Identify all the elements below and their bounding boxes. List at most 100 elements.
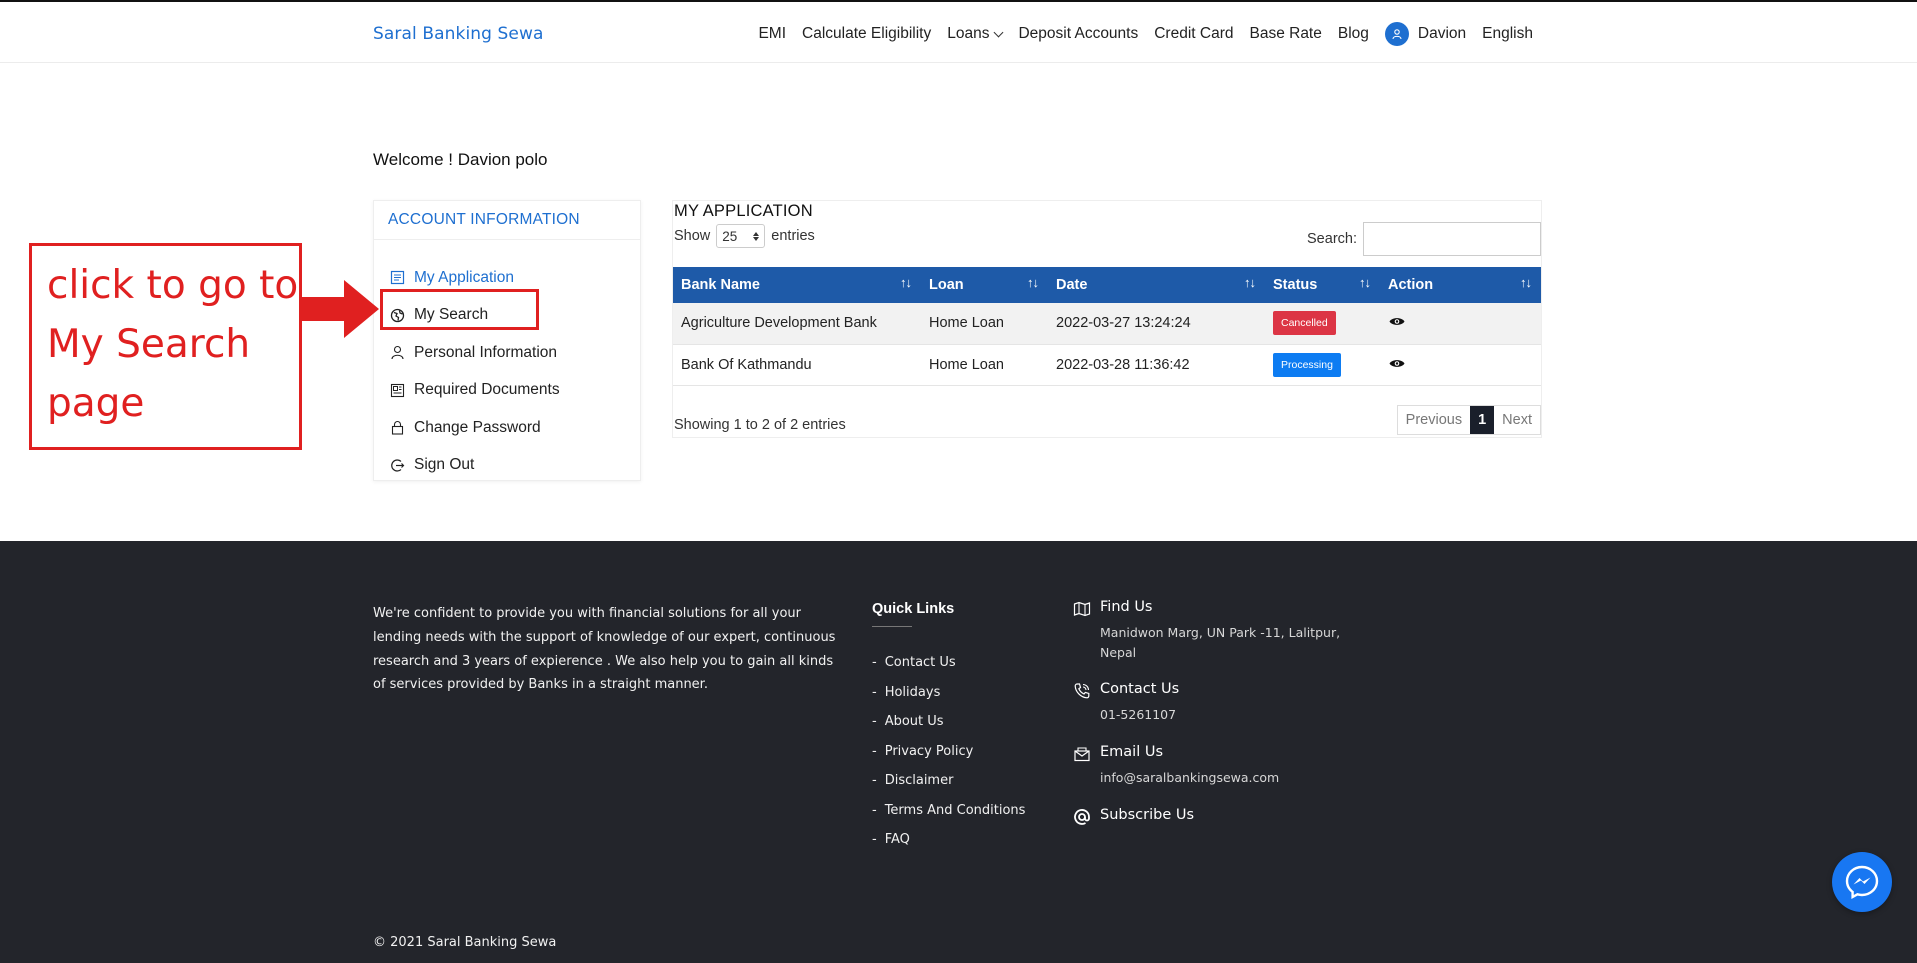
column-label: Loan [929, 277, 964, 293]
user-icon [390, 345, 405, 360]
footer-link-label: Terms And Conditions [884, 802, 1026, 818]
brand-logo[interactable]: Saral Banking Sewa [373, 24, 544, 44]
application-icon [390, 270, 405, 285]
cell-action [1380, 344, 1541, 386]
column-header-status[interactable]: Status ↑↓ [1265, 267, 1380, 303]
sidebar-item-change-password[interactable]: Change Password [390, 409, 560, 447]
nav-loans[interactable]: Loans [947, 25, 1004, 43]
nav-deposit-accounts[interactable]: Deposit Accounts [1018, 25, 1138, 43]
sidebar-item-label: Personal Information [414, 343, 558, 361]
email-us-block: Email Us info@saralbankingsewa.com [1073, 744, 1373, 807]
pagination: Previous 1 Next [1396, 405, 1541, 435]
column-header-action[interactable]: Action ↑↓ [1380, 267, 1541, 303]
annotation-line-2: My Search [47, 322, 251, 367]
main-nav: EMI Calculate Eligibility Loans Deposit … [742, 22, 1533, 46]
email-us-title: Email Us [1100, 744, 1164, 760]
phone-icon [1073, 682, 1091, 700]
column-header-bank-name[interactable]: Bank Name ↑↓ [673, 267, 921, 303]
sort-icon: ↑↓ [1244, 275, 1256, 290]
subscribe-block: Subscribe Us [1073, 807, 1373, 826]
welcome-message: Welcome ! Davion polo [373, 150, 548, 169]
column-header-date[interactable]: Date ↑↓ [1048, 267, 1265, 303]
contact-us-title: Contact Us [1100, 681, 1180, 697]
chevron-down-icon [994, 27, 1004, 37]
contact-us-phone[interactable]: 01-5261107 [1100, 705, 1373, 725]
view-eye-icon[interactable] [1389, 358, 1405, 369]
cell-bank-name: Bank Of Kathmandu [673, 344, 921, 386]
dash-glyph: - [872, 714, 877, 730]
footer-link-disclaimer[interactable]: - Disclaimer [872, 766, 1025, 796]
site-footer: We're confident to provide you with fina… [0, 541, 1917, 963]
footer-about-text: We're confident to provide you with fina… [373, 606, 836, 693]
column-label: Action [1388, 277, 1434, 293]
column-label: Bank Name [681, 277, 760, 293]
entries-select[interactable]: 25 [716, 224, 766, 248]
pagination-previous[interactable]: Previous [1398, 406, 1470, 434]
sort-icon: ↑↓ [900, 275, 912, 290]
nav-loans-label: Loans [947, 25, 990, 42]
messenger-chat-button[interactable] [1832, 852, 1892, 912]
cell-date: 2022-03-27 13:24:24 [1048, 303, 1265, 345]
document-icon [390, 383, 405, 398]
pagination-next[interactable]: Next [1494, 406, 1540, 434]
find-us-address: Manidwon Marg, UN Park -11, Lalitpur, Ne… [1100, 625, 1341, 660]
panel-title: MY APPLICATION [674, 202, 813, 220]
quick-links-list: - Contact Us - Holidays - About Us - Privacy… [872, 648, 1025, 855]
nav-language[interactable]: English [1482, 25, 1533, 43]
dash-glyph: - [872, 684, 877, 700]
subscribe-title[interactable]: Subscribe Us [1100, 807, 1373, 823]
cell-bank-name: Agriculture Development Bank [673, 303, 921, 345]
nav-user[interactable]: Davion [1384, 22, 1467, 46]
column-label: Status [1273, 277, 1318, 293]
footer-link-label: Holidays [884, 684, 941, 700]
sidebar-item-sign-out[interactable]: Sign Out [390, 447, 560, 485]
my-application-panel: MY APPLICATION Show 25 entries Search: B… [672, 200, 1542, 438]
map-icon [1073, 600, 1091, 618]
search-label: Search: [1307, 231, 1357, 247]
table-info: Showing 1 to 2 of 2 entries [674, 417, 846, 433]
dash-glyph: - [872, 773, 877, 789]
footer-link-label: Contact Us [884, 655, 956, 671]
footer-link-privacy-policy[interactable]: - Privacy Policy [872, 737, 1025, 767]
sidebar-item-personal-information[interactable]: Personal Information [390, 334, 560, 372]
footer-contact-info: Find Us Manidwon Marg, UN Park -11, Lali… [1073, 599, 1373, 826]
nav-base-rate[interactable]: Base Rate [1249, 25, 1321, 43]
footer-link-contact-us[interactable]: - Contact Us [872, 648, 1025, 678]
at-sign-icon [1073, 808, 1091, 826]
nav-calculate-eligibility[interactable]: Calculate Eligibility [802, 25, 931, 43]
footer-link-about-us[interactable]: - About Us [872, 707, 1025, 737]
footer-link-label: About Us [884, 714, 944, 730]
sidebar-item-required-documents[interactable]: Required Documents [390, 372, 560, 410]
annotation-line-3: page [47, 381, 145, 426]
column-header-loan[interactable]: Loan ↑↓ [921, 267, 1048, 303]
pagination-page-1[interactable]: 1 [1470, 406, 1495, 434]
site-header: Saral Banking Sewa EMI Calculate Eligibi… [0, 2, 1917, 63]
sidebar-item-label: Required Documents [414, 381, 560, 399]
footer-link-holidays[interactable]: - Holidays [872, 678, 1025, 708]
nav-blog[interactable]: Blog [1338, 25, 1369, 43]
table-search: Search: [1307, 222, 1541, 256]
footer-link-terms[interactable]: - Terms And Conditions [872, 796, 1025, 826]
cell-loan: Home Loan [921, 303, 1048, 345]
sign-out-icon [390, 458, 405, 473]
entries-label: entries [771, 228, 815, 244]
entries-value: 25 [722, 228, 738, 244]
application-table: Bank Name ↑↓ Loan ↑↓ Date ↑↓ Status ↑↓ Actio… [673, 267, 1541, 386]
nav-user-name: Davion [1417, 25, 1467, 42]
select-arrows-icon [753, 231, 760, 241]
status-badge: Processing [1273, 352, 1341, 377]
sidebar-item-label: My Application [414, 268, 514, 286]
sidebar-item-label: Change Password [414, 418, 541, 436]
find-us-title: Find Us [1100, 599, 1153, 615]
contact-us-block: Contact Us 01-5261107 [1073, 681, 1373, 744]
email-us-address[interactable]: info@saralbankingsewa.com [1100, 768, 1373, 788]
sort-icon: ↑↓ [1359, 275, 1371, 290]
nav-emi[interactable]: EMI [758, 25, 786, 43]
nav-credit-card[interactable]: Credit Card [1154, 25, 1233, 43]
sidebar-item-label: Sign Out [414, 456, 475, 474]
annotation-callout: click to go to My Search page [29, 243, 302, 450]
view-eye-icon[interactable] [1389, 316, 1405, 327]
search-input[interactable] [1363, 222, 1541, 256]
footer-link-faq[interactable]: - FAQ [872, 825, 1025, 855]
table-header-row: Bank Name ↑↓ Loan ↑↓ Date ↑↓ Status ↑↓ Actio… [673, 267, 1541, 303]
